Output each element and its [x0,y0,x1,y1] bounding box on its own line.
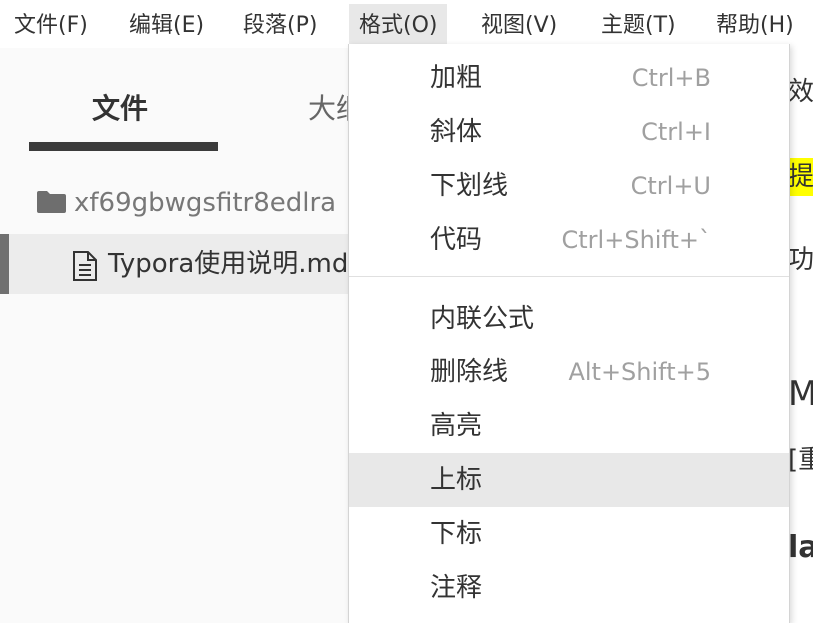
menu-bar: 文件(F) 编辑(E) 段落(P) 格式(O) 视图(V) 主题(T) 帮助(H… [0,0,813,48]
menu-view[interactable]: 视图(V) [471,4,567,48]
folder-item[interactable]: xf69gbwgsfitr8edlra [0,180,348,226]
menu-divider [349,276,789,277]
editor-text-fragment: [重 [788,445,813,475]
menu-item-bold[interactable]: 加粗 Ctrl+B [349,51,789,105]
menu-item-subscript[interactable]: 下标 [349,507,789,561]
menu-item-strikethrough[interactable]: 删除线 Alt+Shift+5 [349,345,789,399]
menu-item-shortcut: Ctrl+I [641,118,711,146]
tab-files[interactable]: 文件 [92,84,148,134]
file-label: Typora使用说明.md [108,249,348,279]
menu-item-inline-math[interactable]: 内联公式 [349,292,789,346]
editor-text-fragment: 效果 [788,77,813,107]
editor-text-fragment: 功能 [788,245,813,275]
menu-item-superscript[interactable]: 上标 [349,453,789,507]
menu-item-label: 斜体 [430,117,483,147]
menu-item-code[interactable]: 代码 Ctrl+Shift+` [349,213,789,267]
document-icon [73,251,97,281]
menu-file[interactable]: 文件(F) [4,4,98,48]
format-dropdown-menu: 加粗 Ctrl+B 斜体 Ctrl+I 下划线 Ctrl+U 代码 Ctrl+S… [348,44,790,623]
menu-theme[interactable]: 主题(T) [591,4,686,48]
active-file-indicator [0,234,9,294]
menu-item-shortcut: Ctrl+U [630,172,711,200]
menu-item-shortcut: Ctrl+B [631,64,711,92]
menu-item-label: 删除线 [430,357,509,387]
menu-item-shortcut: Ctrl+Shift+` [561,226,711,254]
menu-format[interactable]: 格式(O) [349,4,448,48]
file-item[interactable]: Typora使用说明.md [0,234,348,294]
menu-help[interactable]: 帮助(H) [706,4,804,48]
sidebar: 文件 大纲 xf69gbwgsfitr8edlra Typora使用说明.md [0,48,348,623]
menu-item-label: 下划线 [430,171,509,201]
menu-item-comment[interactable]: 注释 [349,561,789,615]
menu-edit[interactable]: 编辑(E) [119,4,214,48]
menu-item-label: 上标 [430,465,483,495]
menu-item-label: 加粗 [430,63,483,93]
menu-item-label: 下标 [430,519,483,549]
menu-item-italic[interactable]: 斜体 Ctrl+I [349,105,789,159]
menu-item-label: 代码 [430,225,483,255]
menu-paragraph[interactable]: 段落(P) [233,4,327,48]
active-tab-indicator [29,142,218,151]
menu-item-label: 注释 [430,573,483,603]
folder-label: xf69gbwgsfitr8edlra [74,188,337,218]
tab-outline[interactable]: 大纲 [308,84,348,134]
menu-item-label: 内联公式 [430,304,535,334]
menu-item-underline[interactable]: 下划线 Ctrl+U [349,159,789,213]
editor-heading-fragment: Ma [788,374,813,414]
menu-item-shortcut: Alt+Shift+5 [568,358,711,386]
editor-highlight-fragment: 提重 [788,158,813,196]
menu-item-label: 高亮 [430,411,483,441]
folder-icon [37,191,66,213]
editor-heading-fragment: la [788,530,813,565]
menu-item-highlight[interactable]: 高亮 [349,399,789,453]
